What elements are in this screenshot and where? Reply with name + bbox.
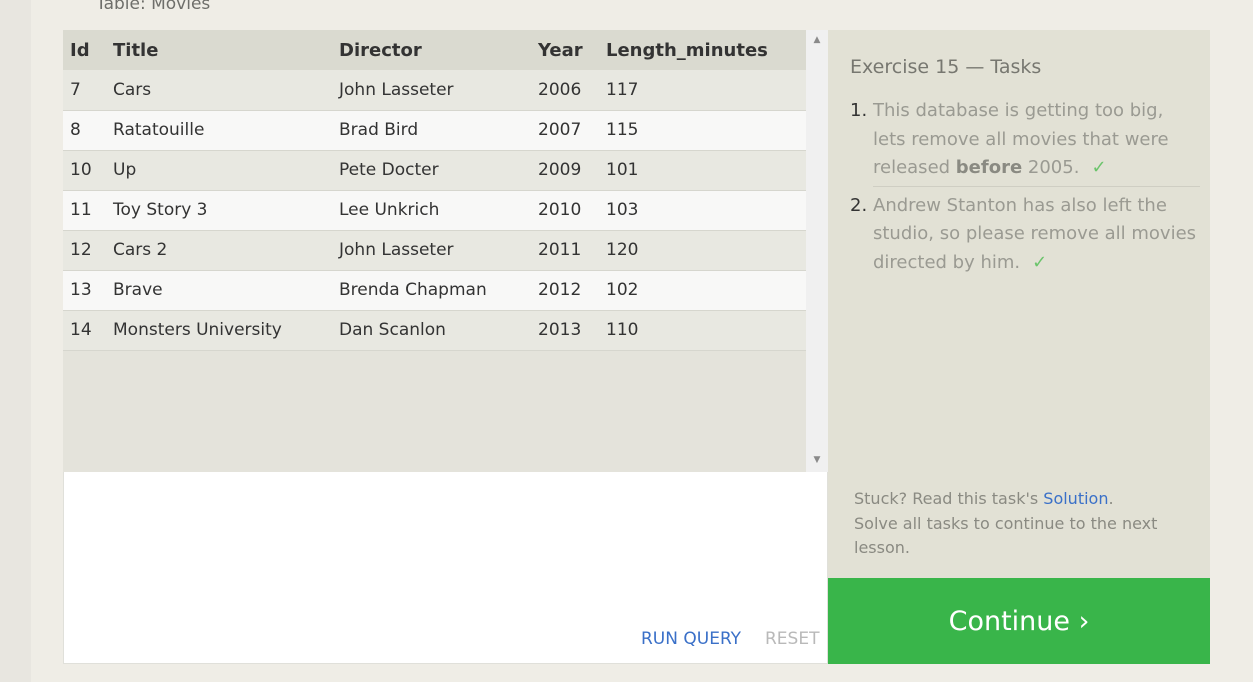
table-cell-id: 12 (63, 230, 106, 271)
table-cell-length-minutes: 120 (599, 230, 806, 271)
table-cell-director: Dan Scanlon (332, 310, 531, 351)
scroll-down-icon[interactable]: ▼ (806, 452, 828, 468)
stuck-hint: Stuck? Read this task's Solution. Solve … (854, 487, 1164, 561)
task-text: 2005. (1022, 157, 1080, 178)
table-cell-year: 2011 (531, 230, 599, 271)
table-cell-id: 11 (63, 190, 106, 231)
table-cell-title: Cars (106, 70, 332, 111)
check-icon: ✓ (1032, 251, 1048, 273)
scroll-up-icon[interactable]: ▲ (806, 32, 828, 48)
table-cell-year: 2007 (531, 110, 599, 151)
tasks-panel: Exercise 15 — Tasks 1. This database is … (828, 30, 1210, 578)
table-row: 7 Cars John Lasseter 2006 117 (63, 70, 806, 111)
tasks-title: Exercise 15 — Tasks (850, 56, 1042, 78)
run-query-button[interactable]: RUN QUERY (641, 629, 741, 649)
stuck-suffix: . (1108, 489, 1114, 508)
table-cell-year: 2009 (531, 150, 599, 191)
table-row: 14 Monsters University Dan Scanlon 2013 110 (63, 310, 806, 351)
results-scrollbar[interactable]: ▲ ▼ (806, 30, 828, 472)
solve-all-text: Solve all tasks to continue to the next … (854, 513, 1158, 558)
task-text-bold: before (955, 157, 1023, 178)
table-row: 12 Cars 2 John Lasseter 2011 120 (63, 230, 806, 271)
table-cell-title: Toy Story 3 (106, 190, 332, 231)
table-cell-length-minutes: 110 (599, 310, 806, 351)
solution-link[interactable]: Solution (1043, 489, 1108, 508)
column-header-title: Title (106, 30, 332, 70)
table-row: 11 Toy Story 3 Lee Unkrich 2010 103 (63, 190, 806, 231)
column-header-length-minutes: Length_minutes (599, 30, 806, 70)
table-cell-title: Cars 2 (106, 230, 332, 271)
table-body: 7 Cars John Lasseter 2006 117 8 Ratatouille Bra… (63, 70, 806, 351)
task-number: 1. (850, 100, 868, 121)
table-cell-length-minutes: 115 (599, 110, 806, 151)
table-cell-director: Brad Bird (332, 110, 531, 151)
query-results: Id Title Director Year Length_minutes 7 Cars J… (63, 30, 828, 472)
task-list: 1. This database is getting too big, let… (850, 97, 1200, 277)
task-item: 2. Andrew Stanton has also left the stud… (850, 192, 1200, 278)
table-cell-year: 2013 (531, 310, 599, 351)
column-header-director: Director (332, 30, 531, 70)
table-row: 10 Up Pete Docter 2009 101 (63, 150, 806, 191)
table-cell-title: Ratatouille (106, 110, 332, 151)
table-cell-length-minutes: 103 (599, 190, 806, 231)
stuck-prefix: Stuck? Read this task's (854, 489, 1044, 508)
table-cell-length-minutes: 117 (599, 70, 806, 111)
table-cell-year: 2006 (531, 70, 599, 111)
table-cell-title: Brave (106, 270, 332, 311)
query-editor[interactable]: RUN QUERY RESET (63, 472, 828, 664)
column-header-year: Year (531, 30, 599, 70)
table-cell-id: 10 (63, 150, 106, 191)
task-item: 1. This database is getting too big, let… (850, 97, 1200, 183)
table-caption: Table: Movies (96, 0, 211, 14)
task-divider (873, 185, 1200, 187)
table-cell-id: 14 (63, 310, 106, 351)
table-cell-id: 8 (63, 110, 106, 151)
results-table: Id Title Director Year Length_minutes 7 Cars J… (63, 30, 806, 351)
table-cell-id: 7 (63, 70, 106, 111)
table-row: 8 Ratatouille Brad Bird 2007 115 (63, 110, 806, 151)
continue-button[interactable]: Continue › (828, 578, 1210, 664)
check-icon: ✓ (1091, 157, 1107, 178)
table-cell-director: Pete Docter (332, 150, 531, 191)
table-cell-year: 2012 (531, 270, 599, 311)
table-cell-director: Lee Unkrich (332, 190, 531, 231)
table-cell-title: Up (106, 150, 332, 191)
reset-button[interactable]: RESET (765, 629, 819, 649)
table-cell-director: John Lasseter (332, 230, 531, 271)
table-cell-year: 2010 (531, 190, 599, 231)
task-number: 2. (850, 194, 868, 216)
table-cell-director: John Lasseter (332, 70, 531, 111)
table-cell-length-minutes: 102 (599, 270, 806, 311)
table-cell-director: Brenda Chapman (332, 270, 531, 311)
table-row: 13 Brave Brenda Chapman 2012 102 (63, 270, 806, 311)
column-header-id: Id (63, 30, 106, 70)
table-cell-id: 13 (63, 270, 106, 311)
table-header-row: Id Title Director Year Length_minutes (63, 30, 806, 70)
table-cell-title: Monsters University (106, 310, 332, 351)
table-cell-length-minutes: 101 (599, 150, 806, 191)
